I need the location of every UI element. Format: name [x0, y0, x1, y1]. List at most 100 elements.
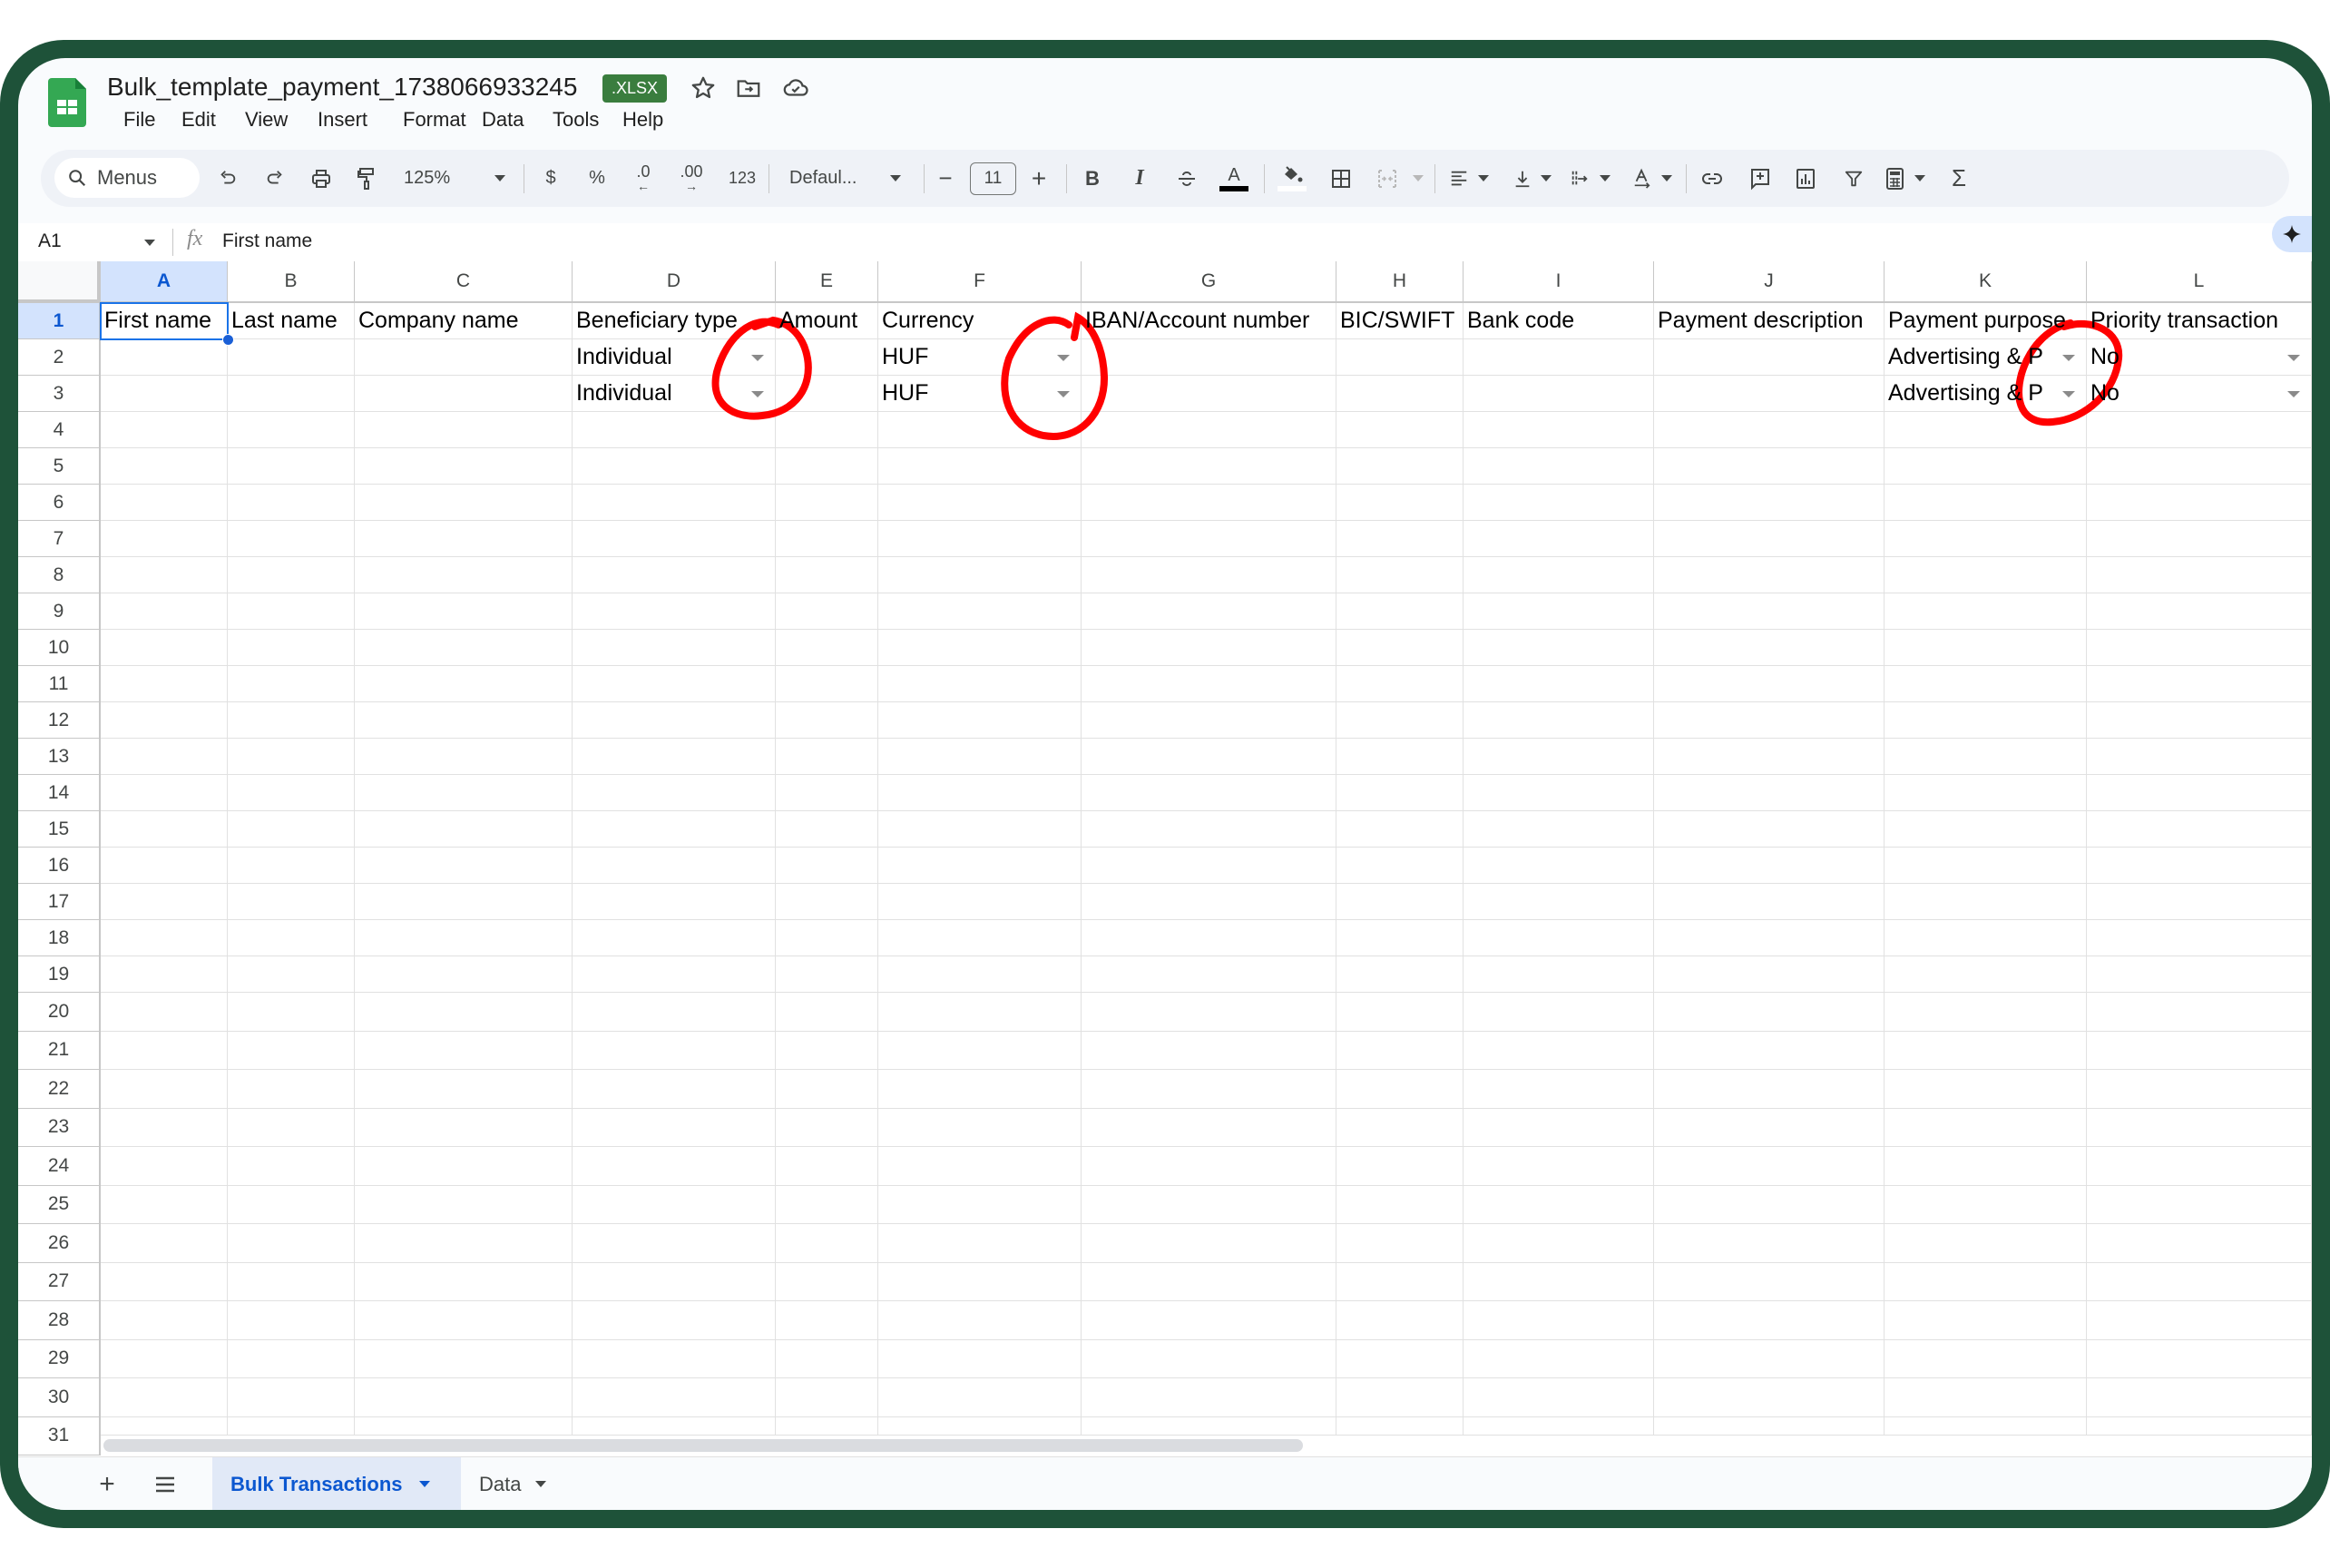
- row-header-19[interactable]: 19: [18, 956, 101, 993]
- cell-B10[interactable]: [228, 630, 355, 666]
- cell-G7[interactable]: [1082, 521, 1336, 557]
- cell-G22[interactable]: [1082, 1070, 1336, 1109]
- cell-F3[interactable]: HUF: [878, 376, 1082, 412]
- cell-L5[interactable]: [2087, 448, 2312, 485]
- cell-C22[interactable]: [355, 1070, 573, 1109]
- cell-G26[interactable]: [1082, 1224, 1336, 1263]
- cell-B18[interactable]: [228, 920, 355, 956]
- cell-J7[interactable]: [1654, 521, 1885, 557]
- cell-A18[interactable]: [101, 920, 228, 956]
- cell-D21[interactable]: [573, 1031, 776, 1070]
- cell-I14[interactable]: [1464, 775, 1654, 811]
- cell-K9[interactable]: [1885, 593, 2087, 630]
- cell-E13[interactable]: [776, 739, 878, 775]
- cloud-saved-icon[interactable]: [782, 74, 809, 102]
- cell-J27[interactable]: [1654, 1262, 1885, 1301]
- cell-D30[interactable]: [573, 1378, 776, 1417]
- cell-A26[interactable]: [101, 1224, 228, 1263]
- undo-button[interactable]: [211, 150, 244, 207]
- cell-G12[interactable]: [1082, 702, 1336, 739]
- cell-A17[interactable]: [101, 884, 228, 920]
- cell-F25[interactable]: [878, 1185, 1082, 1224]
- cell-I9[interactable]: [1464, 593, 1654, 630]
- cell-I16[interactable]: [1464, 848, 1654, 884]
- cell-D19[interactable]: [573, 956, 776, 993]
- cell-K20[interactable]: [1885, 993, 2087, 1032]
- cell-I11[interactable]: [1464, 666, 1654, 702]
- zoom-select[interactable]: 125%: [404, 150, 485, 207]
- cell-F11[interactable]: [878, 666, 1082, 702]
- cell-D7[interactable]: [573, 521, 776, 557]
- select-all-corner[interactable]: [18, 261, 101, 303]
- cell-G8[interactable]: [1082, 557, 1336, 593]
- sheet-tab-bulk-transactions[interactable]: Bulk Transactions: [212, 1457, 461, 1510]
- cell-E18[interactable]: [776, 920, 878, 956]
- cell-B20[interactable]: [228, 993, 355, 1032]
- cell-J26[interactable]: [1654, 1224, 1885, 1263]
- cell-A2[interactable]: [101, 339, 228, 376]
- cell-H17[interactable]: [1336, 884, 1464, 920]
- cell-F22[interactable]: [878, 1070, 1082, 1109]
- row-header-3[interactable]: 3: [18, 376, 101, 412]
- cell-J17[interactable]: [1654, 884, 1885, 920]
- cell-K21[interactable]: [1885, 1031, 2087, 1070]
- cell-I12[interactable]: [1464, 702, 1654, 739]
- cell-D6[interactable]: [573, 485, 776, 521]
- cell-I5[interactable]: [1464, 448, 1654, 485]
- cell-K11[interactable]: [1885, 666, 2087, 702]
- cell-D20[interactable]: [573, 993, 776, 1032]
- fill-handle[interactable]: [222, 334, 234, 346]
- cell-B4[interactable]: [228, 412, 355, 448]
- cell-C15[interactable]: [355, 811, 573, 848]
- cell-E12[interactable]: [776, 702, 878, 739]
- cell-K12[interactable]: [1885, 702, 2087, 739]
- spreadsheet-grid[interactable]: A B C D E F G H I J K L 1 First name Last name Company …: [18, 261, 2312, 1456]
- menu-data[interactable]: Data: [482, 108, 524, 132]
- cell-F23[interactable]: [878, 1108, 1082, 1147]
- horizontal-scrollbar[interactable]: [101, 1435, 2312, 1457]
- cell-I17[interactable]: [1464, 884, 1654, 920]
- row-header-27[interactable]: 27: [18, 1262, 101, 1301]
- cell-F16[interactable]: [878, 848, 1082, 884]
- functions-calc-button[interactable]: [1885, 150, 1908, 207]
- menu-edit[interactable]: Edit: [181, 108, 216, 132]
- cell-L15[interactable]: [2087, 811, 2312, 848]
- cell-L9[interactable]: [2087, 593, 2312, 630]
- text-rotation-button[interactable]: [1630, 150, 1654, 207]
- column-header-B[interactable]: B: [228, 261, 355, 303]
- cell-B26[interactable]: [228, 1224, 355, 1263]
- dropdown-arrow-icon[interactable]: [1057, 390, 1070, 397]
- menu-view[interactable]: View: [245, 108, 288, 132]
- cell-G14[interactable]: [1082, 775, 1336, 811]
- cell-E28[interactable]: [776, 1301, 878, 1340]
- cell-F19[interactable]: [878, 956, 1082, 993]
- borders-button[interactable]: [1329, 150, 1353, 207]
- cell-C18[interactable]: [355, 920, 573, 956]
- cell-H2[interactable]: [1336, 339, 1464, 376]
- cell-I10[interactable]: [1464, 630, 1654, 666]
- decrease-decimal-button[interactable]: .0 ←: [630, 150, 657, 207]
- cell-K3[interactable]: Advertising & P: [1885, 376, 2087, 412]
- cell-A19[interactable]: [101, 956, 228, 993]
- cell-L18[interactable]: [2087, 920, 2312, 956]
- cell-L12[interactable]: [2087, 702, 2312, 739]
- cell-K25[interactable]: [1885, 1185, 2087, 1224]
- cell-E3[interactable]: [776, 376, 878, 412]
- column-header-D[interactable]: D: [573, 261, 776, 303]
- cell-K22[interactable]: [1885, 1070, 2087, 1109]
- cell-J22[interactable]: [1654, 1070, 1885, 1109]
- cell-C2[interactable]: [355, 339, 573, 376]
- cell-C17[interactable]: [355, 884, 573, 920]
- cell-L1[interactable]: Priority transaction: [2087, 303, 2312, 339]
- cell-A11[interactable]: [101, 666, 228, 702]
- text-color-button[interactable]: A: [1219, 150, 1248, 207]
- cell-K26[interactable]: [1885, 1224, 2087, 1263]
- cell-I2[interactable]: [1464, 339, 1654, 376]
- cell-E22[interactable]: [776, 1070, 878, 1109]
- cell-H19[interactable]: [1336, 956, 1464, 993]
- row-header-4[interactable]: 4: [18, 412, 101, 448]
- cell-E29[interactable]: [776, 1339, 878, 1378]
- cell-L6[interactable]: [2087, 485, 2312, 521]
- column-header-E[interactable]: E: [776, 261, 878, 303]
- cell-L13[interactable]: [2087, 739, 2312, 775]
